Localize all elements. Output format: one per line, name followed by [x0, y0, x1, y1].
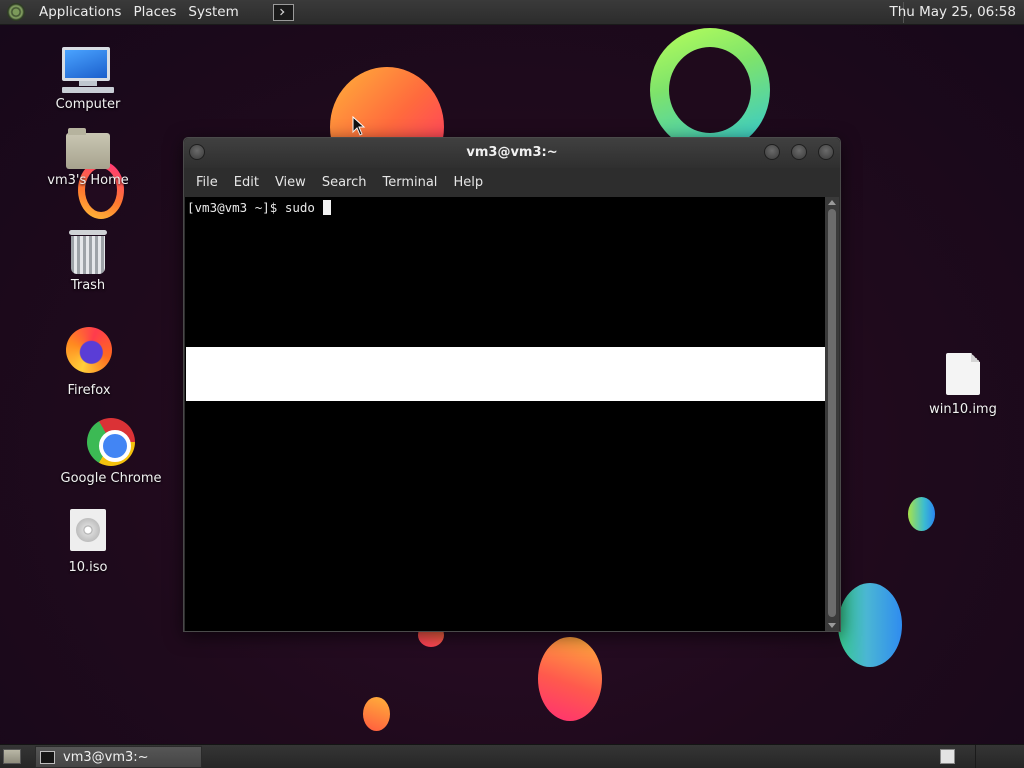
menu-edit[interactable]: Edit: [226, 175, 267, 190]
window-title: vm3@vm3:~: [466, 145, 558, 160]
home-folder-icon: [66, 128, 110, 169]
applications-menu[interactable]: Applications: [33, 4, 127, 20]
chrome-icon: [87, 418, 135, 466]
desktop-icon-win10-img[interactable]: win10.img: [928, 353, 998, 417]
bottom-panel: vm3@vm3:~: [0, 744, 1024, 768]
desktop-icon-label: Firefox: [67, 383, 111, 398]
desktop-icon-label: Computer: [55, 97, 121, 112]
terminal-icon: [40, 750, 55, 764]
terminal-menubar: File Edit View Search Terminal Help: [184, 168, 840, 197]
prompt-text: [vm3@vm3 ~]$ sudo: [187, 200, 323, 215]
terminal-prompt-line[interactable]: [vm3@vm3 ~]$ sudo: [187, 200, 332, 215]
places-menu[interactable]: Places: [127, 4, 182, 20]
menu-search[interactable]: Search: [314, 175, 375, 190]
menu-terminal[interactable]: Terminal: [374, 175, 445, 190]
scroll-down-arrow-icon[interactable]: [828, 623, 836, 628]
desktop-icon-label: win10.img: [929, 402, 997, 417]
close-button[interactable]: [818, 144, 834, 160]
wallpaper-blob: [363, 697, 390, 731]
trash-icon: [69, 230, 107, 274]
disc-image-file-icon: [70, 509, 106, 551]
wallpaper-ring: [650, 28, 770, 152]
mouse-pointer-icon: [352, 116, 366, 136]
menu-help[interactable]: Help: [445, 175, 491, 190]
desktop-icon-label: 10.iso: [68, 560, 108, 575]
desktop-icon-label: vm3's Home: [47, 173, 129, 188]
firefox-icon: [66, 327, 112, 373]
desktop-icon-trash[interactable]: Trash: [58, 230, 118, 293]
desktop-icon-home[interactable]: vm3's Home: [46, 128, 130, 188]
scrollbar-thumb[interactable]: [828, 209, 836, 617]
desktop-icon-firefox[interactable]: Firefox: [58, 327, 120, 398]
desktop-icon-chrome[interactable]: Google Chrome: [58, 418, 164, 486]
maximize-button[interactable]: [791, 144, 807, 160]
system-menu[interactable]: System: [182, 4, 244, 20]
terminal-output[interactable]: [vm3@vm3 ~]$ sudo: [185, 197, 826, 631]
clock[interactable]: Thu May 25, 06:58: [889, 4, 1016, 20]
computer-icon: [62, 47, 114, 93]
desktop-icon-iso[interactable]: 10.iso: [58, 509, 118, 575]
distro-logo-icon[interactable]: [7, 3, 25, 21]
taskbar-button-label: vm3@vm3:~: [63, 749, 149, 765]
desktop-icon-label: Trash: [70, 278, 106, 293]
file-icon: [946, 353, 980, 395]
terminal-scrollbar[interactable]: [825, 197, 839, 631]
scroll-up-arrow-icon[interactable]: [828, 200, 836, 205]
top-panel: Applications Places System Thu May 25, 0…: [0, 0, 1024, 25]
minimize-button[interactable]: [764, 144, 780, 160]
wallpaper-blob: [908, 497, 935, 531]
taskbar-button-terminal[interactable]: vm3@vm3:~: [35, 746, 202, 768]
show-desktop-icon[interactable]: [3, 749, 21, 764]
terminal-launcher-icon[interactable]: [272, 3, 294, 21]
desktop-icon-computer[interactable]: Computer: [52, 47, 124, 112]
panel-separator: [975, 745, 976, 768]
wallpaper-blob: [538, 637, 602, 721]
desktop-icon-label: Google Chrome: [60, 471, 162, 486]
terminal-window[interactable]: vm3@vm3:~ File Edit View Search Terminal…: [183, 137, 841, 632]
menu-file[interactable]: File: [188, 175, 226, 190]
wallpaper-blob: [838, 583, 902, 667]
terminal-highlight-band: [186, 347, 826, 401]
menu-view[interactable]: View: [267, 175, 314, 190]
workspace-switcher[interactable]: [940, 749, 955, 764]
window-titlebar[interactable]: vm3@vm3:~: [184, 138, 840, 168]
text-cursor: [323, 200, 332, 215]
